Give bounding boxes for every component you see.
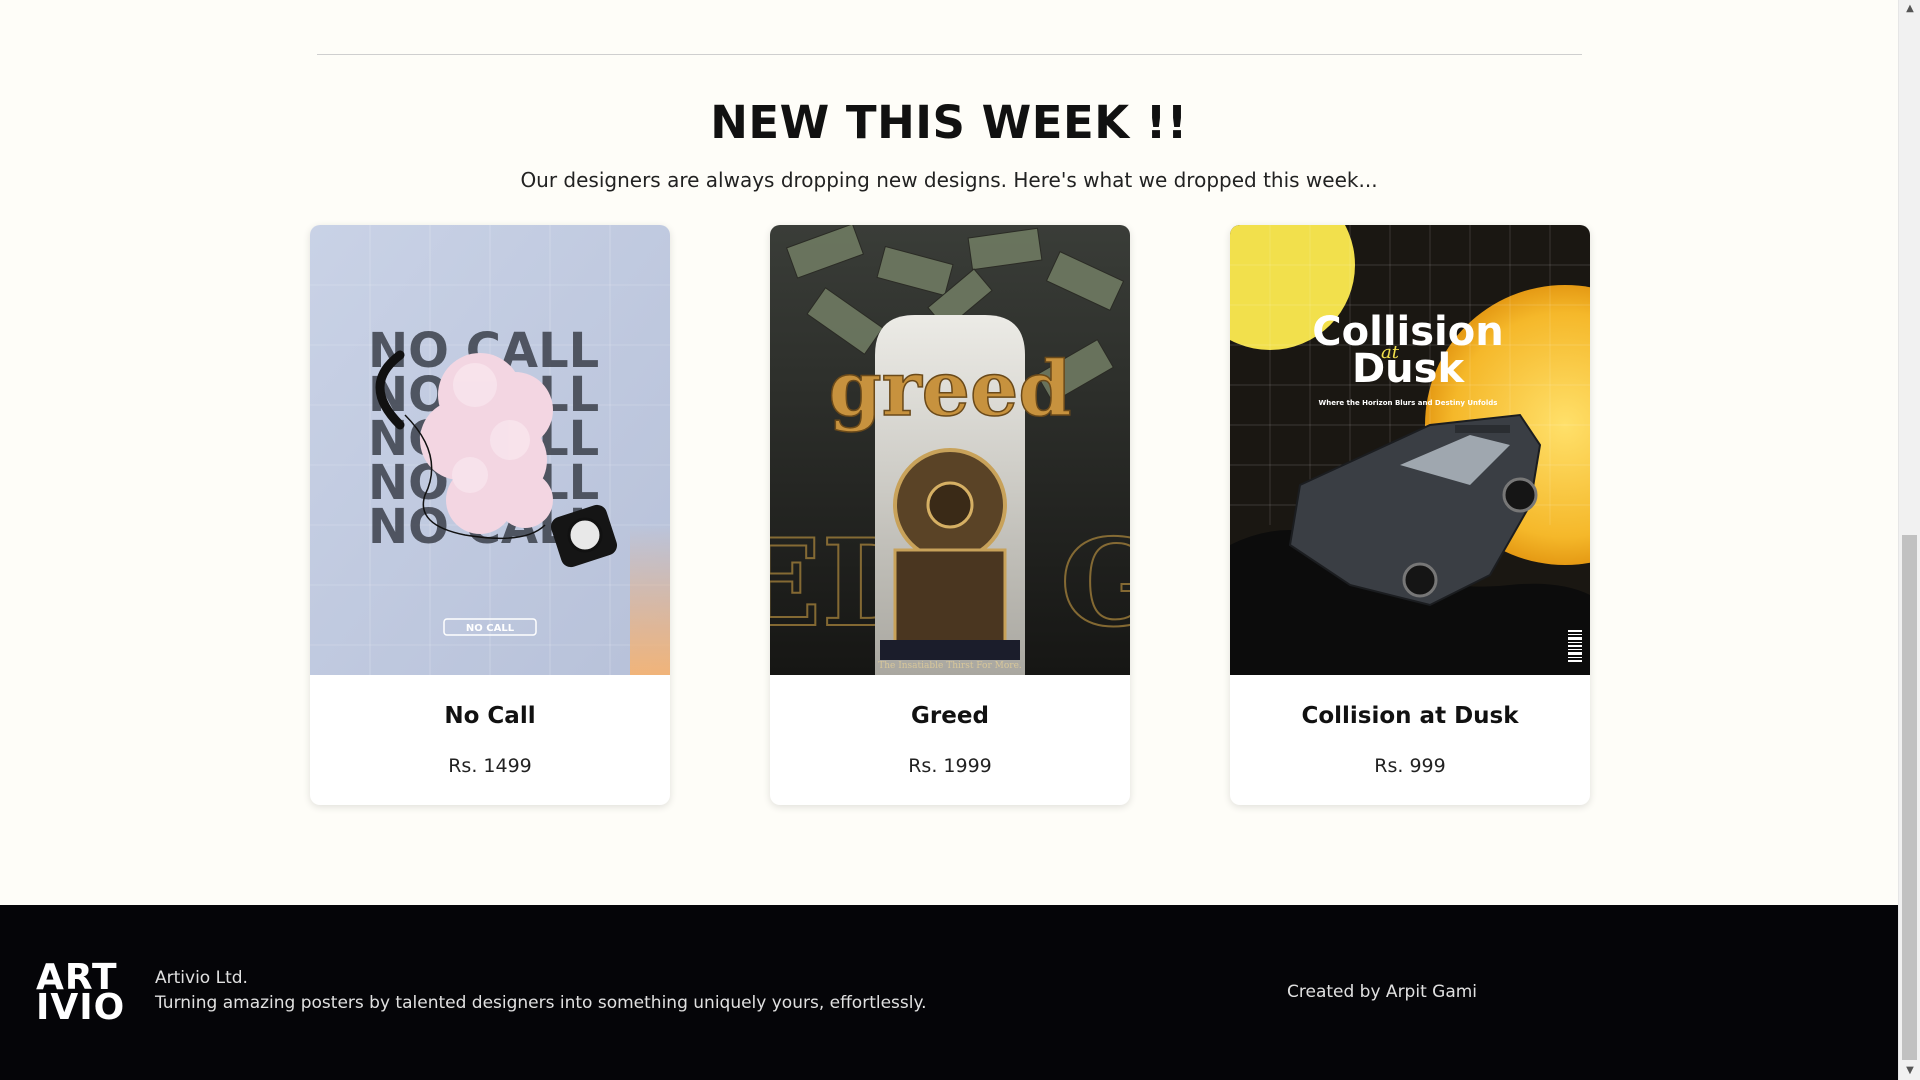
page: NEW THIS WEEK !! Our designers are alway…	[0, 0, 1898, 1080]
product-grid: NO CALL NO CALL NO CALL NO CALL NO CALL	[310, 225, 1590, 805]
product-name[interactable]: Collision at Dusk	[1230, 703, 1590, 729]
poster-collision-at-dusk[interactable]: Collision at Dusk Where the Horizon Blur…	[1230, 225, 1590, 675]
product-name[interactable]: No Call	[310, 703, 670, 729]
product-card-collision-at-dusk[interactable]: Collision at Dusk Where the Horizon Blur…	[1230, 225, 1590, 805]
product-name[interactable]: Greed	[770, 703, 1130, 729]
footer-tagline: Turning amazing posters by talented desi…	[155, 993, 927, 1013]
footer: ART IVIO Artivio Ltd. Turning amazing po…	[0, 905, 1898, 1080]
poster-no-call[interactable]: NO CALL NO CALL NO CALL NO CALL NO CALL	[310, 225, 670, 675]
product-card-greed[interactable]: ED GR greed The Insatiable Thirst For Mo…	[770, 225, 1130, 805]
product-card-no-call[interactable]: NO CALL NO CALL NO CALL NO CALL NO CALL	[310, 225, 670, 805]
poster-tag: The Insatiable Thirst For More.	[878, 661, 1022, 671]
scrollbar-thumb[interactable]	[1902, 535, 1917, 1060]
footer-company-name: Artivio Ltd.	[155, 968, 248, 988]
poster-greed[interactable]: ED GR greed The Insatiable Thirst For Mo…	[770, 225, 1130, 675]
product-price: Rs. 999	[1374, 755, 1446, 777]
product-price: Rs. 1999	[908, 755, 992, 777]
section-divider	[317, 54, 1582, 55]
svg-text:Dusk: Dusk	[1352, 346, 1465, 392]
section-title: NEW THIS WEEK !!	[710, 96, 1188, 149]
scroll-up-arrow-icon[interactable]: ▲	[1899, 0, 1920, 18]
poster-tag: NO CALL	[466, 623, 515, 634]
poster-tag: Where the Horizon Blurs and Destiny Unfo…	[1319, 399, 1498, 407]
vertical-scrollbar[interactable]: ▲ ▼	[1898, 0, 1920, 1080]
artivio-logo[interactable]: ART IVIO	[36, 960, 136, 1035]
logo-line: IVIO	[36, 987, 126, 1028]
section-subtitle: Our designers are always dropping new de…	[520, 168, 1378, 192]
svg-text:GR: GR	[1060, 513, 1130, 654]
scroll-down-arrow-icon[interactable]: ▼	[1899, 1062, 1920, 1080]
poster-word: greed	[828, 344, 1071, 433]
footer-credit: Created by Arpit Gami	[1287, 982, 1478, 1002]
product-price: Rs. 1499	[448, 755, 532, 777]
